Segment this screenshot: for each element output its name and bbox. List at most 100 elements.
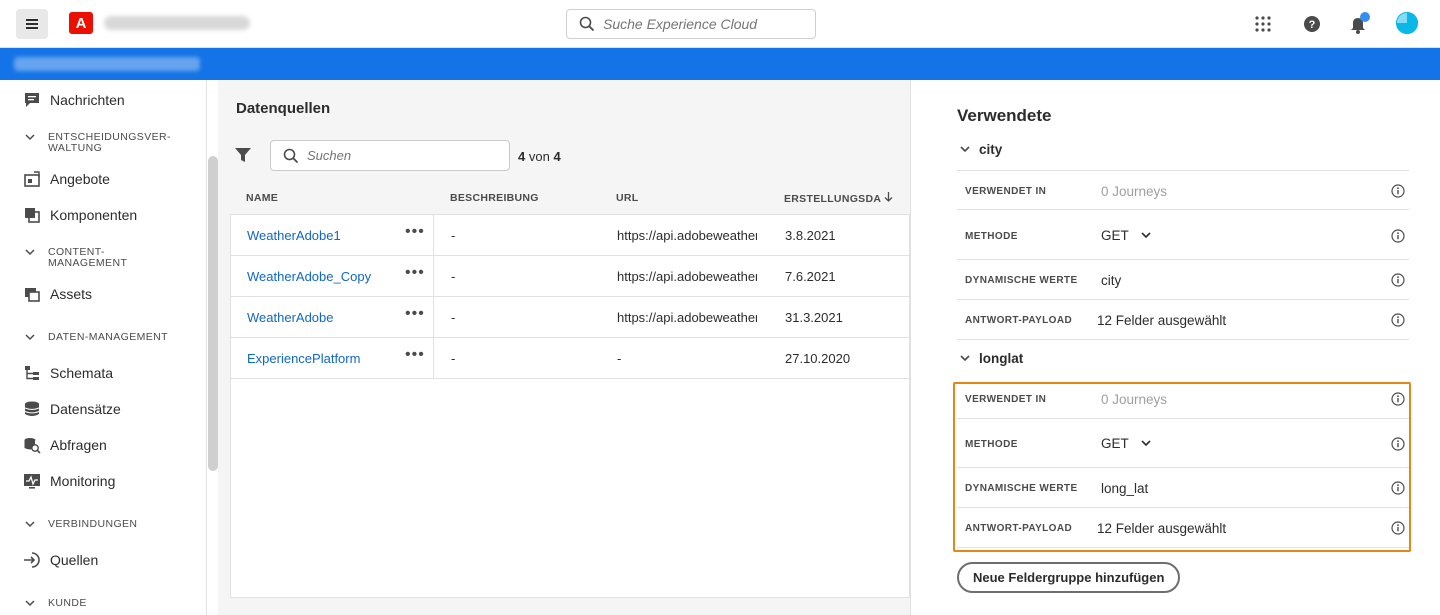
global-search[interactable] [566, 9, 816, 39]
property-key: VERWENDET IN [965, 186, 1047, 197]
url-cell: https://api.adobeweather.org [617, 269, 757, 284]
components-icon [22, 205, 42, 225]
apps-grid-icon[interactable] [1251, 12, 1275, 36]
url-cell: https://api.adobeweather.org [617, 228, 757, 243]
table-row[interactable]: WeatherAdobe ••• - https://api.adobeweat… [231, 297, 911, 338]
sidebar-item-assets[interactable]: Assets [22, 284, 92, 304]
url-cell: - [617, 351, 622, 366]
section-label: DATEN-MANAGEMENT [48, 331, 168, 343]
chevron-down-icon [24, 598, 38, 611]
property-row-response-payload[interactable]: ANTWORT-PAYLOAD 12 Felder ausgewählt [957, 300, 1409, 340]
filter-icon[interactable] [234, 146, 252, 169]
property-value: 0 Journeys [1101, 184, 1168, 199]
sidebar-item-label: Abfragen [50, 437, 107, 453]
user-avatar[interactable] [1395, 11, 1419, 35]
chevron-down-icon [959, 142, 971, 157]
svg-text:?: ? [1309, 19, 1316, 31]
date-cell: 31.3.2021 [785, 310, 843, 325]
sidebar-item-label: Nachrichten [50, 92, 125, 108]
sidebar-item-nachrichten[interactable]: Nachrichten [22, 90, 125, 110]
column-header-erstellungsdatum[interactable]: ERSTELLUNGSDA [784, 192, 893, 205]
column-divider [433, 297, 434, 338]
sidebar-item-komponenten[interactable]: Komponenten [22, 205, 137, 225]
section-label: ENTSCHEIDUNGSVER- WALTUNG [48, 131, 171, 154]
field-group-longlat-header[interactable]: longlat [959, 351, 1023, 366]
section-kunde[interactable]: KUNDE [24, 598, 87, 611]
info-icon[interactable] [1391, 273, 1405, 287]
info-icon[interactable] [1391, 184, 1405, 198]
sidebar-item-monitoring[interactable]: Monitoring [22, 471, 115, 491]
more-actions-icon[interactable]: ••• [405, 305, 425, 323]
panel-title: Verwendete [957, 106, 1052, 125]
sidebar-item-datensaetze[interactable]: Datensätze [22, 399, 121, 419]
table-row[interactable]: ExperiencePlatform ••• - - 27.10.2020 [231, 338, 911, 379]
global-search-input[interactable] [603, 16, 803, 32]
sidebar-item-schemata[interactable]: Schemata [22, 363, 113, 383]
chevron-down-icon [959, 351, 971, 366]
product-name-redacted [104, 16, 250, 30]
sidebar-item-quellen[interactable]: Quellen [22, 550, 98, 570]
column-header-name[interactable]: NAME [246, 192, 278, 204]
chevron-down-icon [24, 332, 38, 345]
hamburger-icon [26, 23, 38, 25]
search-icon [283, 148, 299, 163]
description-cell: - [451, 310, 456, 325]
datasource-search[interactable] [270, 140, 510, 171]
offers-icon [22, 169, 42, 189]
more-actions-icon[interactable]: ••• [405, 223, 425, 241]
column-header-url[interactable]: URL [616, 192, 638, 204]
date-cell: 3.8.2021 [785, 228, 836, 243]
sidebar-item-label: Datensätze [50, 401, 121, 417]
left-navigation: Nachrichten ENTSCHEIDUNGSVER- WALTUNG Ang… [0, 80, 207, 615]
chevron-down-icon [24, 132, 38, 145]
datasource-name-link[interactable]: WeatherAdobe1 [247, 228, 341, 243]
property-row-dynamic-values: DYNAMISCHE WERTE city [957, 260, 1409, 300]
column-divider [433, 215, 434, 256]
section-daten-management[interactable]: DATEN-MANAGEMENT [24, 332, 168, 345]
org-name-redacted[interactable] [14, 57, 200, 71]
sources-icon [22, 550, 42, 570]
add-field-group-button[interactable]: Neue Feldergruppe hinzufügen [957, 562, 1181, 593]
column-divider [433, 256, 434, 297]
property-row-used-in: VERWENDET IN 0 Journeys [957, 170, 1409, 210]
table-header: NAME BESCHREIBUNG URL ERSTELLUNGSDA [230, 184, 910, 214]
sidebar-item-label: Schemata [50, 365, 114, 381]
sidebar-item-abfragen[interactable]: Abfragen [22, 435, 107, 455]
section-content-management[interactable]: CONTENT- MANAGEMENT [24, 247, 127, 269]
top-bar: A ? [0, 0, 1440, 48]
column-header-beschreibung[interactable]: BESCHREIBUNG [450, 192, 539, 204]
property-value: city [1101, 273, 1122, 288]
property-key: METHODE [965, 231, 1018, 242]
datasource-table: WeatherAdobe1 ••• - https://api.adobewea… [230, 214, 911, 598]
sidebar-item-label: Quellen [50, 552, 99, 568]
section-verbindungen[interactable]: VERBINDUNGEN [24, 519, 137, 532]
schema-icon [22, 363, 42, 383]
datasource-name-link[interactable]: ExperiencePlatform [247, 351, 360, 366]
date-cell: 7.6.2021 [785, 269, 836, 284]
url-cell: https://api.adobeweather.org [617, 310, 757, 325]
hamburger-menu-button[interactable] [16, 9, 48, 39]
more-actions-icon[interactable]: ••• [405, 264, 425, 282]
more-actions-icon[interactable]: ••• [405, 346, 425, 364]
table-row[interactable]: WeatherAdobe_Copy ••• - https://api.adob… [231, 256, 911, 297]
sidebar-scrollbar[interactable] [208, 156, 218, 471]
table-row[interactable]: WeatherAdobe1 ••• - https://api.adobewea… [231, 215, 911, 256]
field-group-name: longlat [979, 351, 1024, 366]
chevron-down-icon [24, 519, 38, 532]
field-group-city-header[interactable]: city [959, 142, 1002, 157]
datasets-icon [22, 399, 42, 419]
section-entscheidungsverwaltung[interactable]: ENTSCHEIDUNGSVER- WALTUNG [24, 132, 171, 154]
sidebar-item-angebote[interactable]: Angebote [22, 169, 110, 189]
monitoring-icon [22, 471, 42, 491]
method-dropdown[interactable]: GET [1101, 228, 1152, 243]
notification-bell-icon[interactable] [1347, 12, 1371, 36]
datasource-name-link[interactable]: WeatherAdobe_Copy [247, 269, 371, 284]
page-title: Datenquellen [236, 100, 331, 117]
field-group-name: city [979, 142, 1003, 157]
adobe-logo[interactable]: A [69, 12, 93, 34]
datasource-name-link[interactable]: WeatherAdobe [247, 310, 334, 325]
datasource-search-input[interactable] [307, 148, 487, 163]
info-icon[interactable] [1391, 229, 1405, 243]
info-icon[interactable] [1391, 313, 1405, 327]
help-icon[interactable]: ? [1300, 12, 1324, 36]
